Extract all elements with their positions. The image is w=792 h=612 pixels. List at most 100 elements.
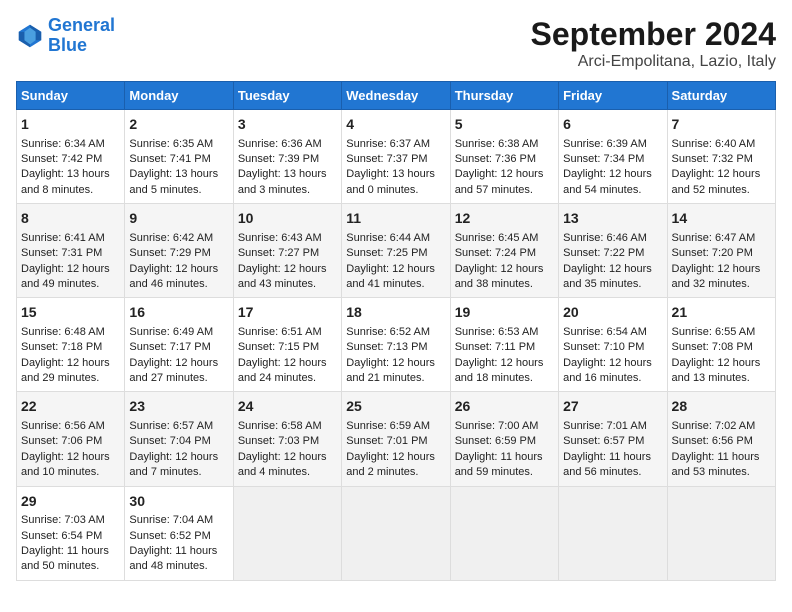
sunset-label: Sunset: 7:34 PM — [563, 153, 644, 165]
calendar-cell: 6 Sunrise: 6:39 AM Sunset: 7:34 PM Dayli… — [559, 110, 667, 204]
calendar-cell: 26 Sunrise: 7:00 AM Sunset: 6:59 PM Dayl… — [450, 392, 558, 486]
daylight-label: Daylight: 12 hours and 2 minutes. — [346, 451, 435, 478]
sunrise-label: Sunrise: 7:00 AM — [455, 420, 539, 432]
calendar-cell: 7 Sunrise: 6:40 AM Sunset: 7:32 PM Dayli… — [667, 110, 775, 204]
sunset-label: Sunset: 7:17 PM — [129, 341, 210, 353]
day-number: 24 — [238, 397, 337, 417]
daylight-label: Daylight: 12 hours and 16 minutes. — [563, 357, 652, 384]
daylight-label: Daylight: 12 hours and 46 minutes. — [129, 263, 218, 290]
sunrise-label: Sunrise: 6:34 AM — [21, 138, 105, 150]
weekday-header-sunday: Sunday — [17, 82, 125, 110]
day-number: 5 — [455, 115, 554, 135]
calendar-cell: 18 Sunrise: 6:52 AM Sunset: 7:13 PM Dayl… — [342, 298, 450, 392]
daylight-label: Daylight: 12 hours and 49 minutes. — [21, 263, 110, 290]
day-number: 3 — [238, 115, 337, 135]
sunrise-label: Sunrise: 7:03 AM — [21, 514, 105, 526]
calendar-cell: 17 Sunrise: 6:51 AM Sunset: 7:15 PM Dayl… — [233, 298, 341, 392]
sunset-label: Sunset: 7:24 PM — [455, 247, 536, 259]
sunset-label: Sunset: 7:31 PM — [21, 247, 102, 259]
sunrise-label: Sunrise: 6:53 AM — [455, 326, 539, 338]
sunset-label: Sunset: 7:03 PM — [238, 435, 319, 447]
calendar-cell — [450, 486, 558, 580]
weekday-header-tuesday: Tuesday — [233, 82, 341, 110]
sunrise-label: Sunrise: 6:40 AM — [672, 138, 756, 150]
day-number: 26 — [455, 397, 554, 417]
daylight-label: Daylight: 12 hours and 13 minutes. — [672, 357, 761, 384]
calendar-cell: 5 Sunrise: 6:38 AM Sunset: 7:36 PM Dayli… — [450, 110, 558, 204]
day-number: 28 — [672, 397, 771, 417]
calendar-cell: 28 Sunrise: 7:02 AM Sunset: 6:56 PM Dayl… — [667, 392, 775, 486]
sunset-label: Sunset: 7:13 PM — [346, 341, 427, 353]
sunrise-label: Sunrise: 6:55 AM — [672, 326, 756, 338]
day-number: 30 — [129, 492, 228, 512]
daylight-label: Daylight: 13 hours and 3 minutes. — [238, 168, 327, 195]
calendar-cell: 29 Sunrise: 7:03 AM Sunset: 6:54 PM Dayl… — [17, 486, 125, 580]
calendar-cell: 23 Sunrise: 6:57 AM Sunset: 7:04 PM Dayl… — [125, 392, 233, 486]
calendar-cell: 14 Sunrise: 6:47 AM Sunset: 7:20 PM Dayl… — [667, 204, 775, 298]
sunrise-label: Sunrise: 6:39 AM — [563, 138, 647, 150]
sunset-label: Sunset: 7:41 PM — [129, 153, 210, 165]
weekday-header-monday: Monday — [125, 82, 233, 110]
logo-line1: General — [48, 15, 115, 35]
sunrise-label: Sunrise: 6:46 AM — [563, 232, 647, 244]
logo: General Blue — [16, 16, 115, 56]
sunrise-label: Sunrise: 6:37 AM — [346, 138, 430, 150]
sunrise-label: Sunrise: 6:38 AM — [455, 138, 539, 150]
sunrise-label: Sunrise: 6:56 AM — [21, 420, 105, 432]
sunset-label: Sunset: 7:04 PM — [129, 435, 210, 447]
sunrise-label: Sunrise: 7:02 AM — [672, 420, 756, 432]
day-number: 13 — [563, 209, 662, 229]
daylight-label: Daylight: 12 hours and 43 minutes. — [238, 263, 327, 290]
sunset-label: Sunset: 6:56 PM — [672, 435, 753, 447]
calendar-cell — [342, 486, 450, 580]
day-number: 23 — [129, 397, 228, 417]
sunrise-label: Sunrise: 6:58 AM — [238, 420, 322, 432]
day-number: 10 — [238, 209, 337, 229]
daylight-label: Daylight: 12 hours and 29 minutes. — [21, 357, 110, 384]
day-number: 1 — [21, 115, 120, 135]
weekday-header-saturday: Saturday — [667, 82, 775, 110]
calendar-cell: 12 Sunrise: 6:45 AM Sunset: 7:24 PM Dayl… — [450, 204, 558, 298]
daylight-label: Daylight: 12 hours and 7 minutes. — [129, 451, 218, 478]
calendar-cell: 22 Sunrise: 6:56 AM Sunset: 7:06 PM Dayl… — [17, 392, 125, 486]
weekday-header-friday: Friday — [559, 82, 667, 110]
calendar-cell: 2 Sunrise: 6:35 AM Sunset: 7:41 PM Dayli… — [125, 110, 233, 204]
daylight-label: Daylight: 12 hours and 35 minutes. — [563, 263, 652, 290]
daylight-label: Daylight: 12 hours and 10 minutes. — [21, 451, 110, 478]
sunset-label: Sunset: 7:10 PM — [563, 341, 644, 353]
calendar-cell: 27 Sunrise: 7:01 AM Sunset: 6:57 PM Dayl… — [559, 392, 667, 486]
calendar-cell: 15 Sunrise: 6:48 AM Sunset: 7:18 PM Dayl… — [17, 298, 125, 392]
day-number: 12 — [455, 209, 554, 229]
sunset-label: Sunset: 7:08 PM — [672, 341, 753, 353]
daylight-label: Daylight: 12 hours and 27 minutes. — [129, 357, 218, 384]
calendar-cell: 16 Sunrise: 6:49 AM Sunset: 7:17 PM Dayl… — [125, 298, 233, 392]
day-number: 21 — [672, 303, 771, 323]
day-number: 29 — [21, 492, 120, 512]
daylight-label: Daylight: 12 hours and 38 minutes. — [455, 263, 544, 290]
daylight-label: Daylight: 12 hours and 4 minutes. — [238, 451, 327, 478]
logo-icon — [16, 22, 44, 50]
day-number: 17 — [238, 303, 337, 323]
sunset-label: Sunset: 7:18 PM — [21, 341, 102, 353]
calendar-cell — [559, 486, 667, 580]
sunrise-label: Sunrise: 6:41 AM — [21, 232, 105, 244]
sunrise-label: Sunrise: 6:57 AM — [129, 420, 213, 432]
daylight-label: Daylight: 12 hours and 54 minutes. — [563, 168, 652, 195]
sunrise-label: Sunrise: 6:43 AM — [238, 232, 322, 244]
calendar-cell: 24 Sunrise: 6:58 AM Sunset: 7:03 PM Dayl… — [233, 392, 341, 486]
calendar-cell: 20 Sunrise: 6:54 AM Sunset: 7:10 PM Dayl… — [559, 298, 667, 392]
header: General Blue September 2024 Arci-Empolit… — [16, 16, 776, 71]
sunset-label: Sunset: 7:36 PM — [455, 153, 536, 165]
title-area: September 2024 Arci-Empolitana, Lazio, I… — [531, 16, 776, 71]
sunrise-label: Sunrise: 6:42 AM — [129, 232, 213, 244]
sunrise-label: Sunrise: 6:54 AM — [563, 326, 647, 338]
day-number: 19 — [455, 303, 554, 323]
day-number: 16 — [129, 303, 228, 323]
calendar-cell — [667, 486, 775, 580]
sunset-label: Sunset: 7:22 PM — [563, 247, 644, 259]
calendar-cell: 3 Sunrise: 6:36 AM Sunset: 7:39 PM Dayli… — [233, 110, 341, 204]
daylight-label: Daylight: 13 hours and 0 minutes. — [346, 168, 435, 195]
calendar-cell: 13 Sunrise: 6:46 AM Sunset: 7:22 PM Dayl… — [559, 204, 667, 298]
daylight-label: Daylight: 11 hours and 48 minutes. — [129, 545, 217, 572]
day-number: 14 — [672, 209, 771, 229]
